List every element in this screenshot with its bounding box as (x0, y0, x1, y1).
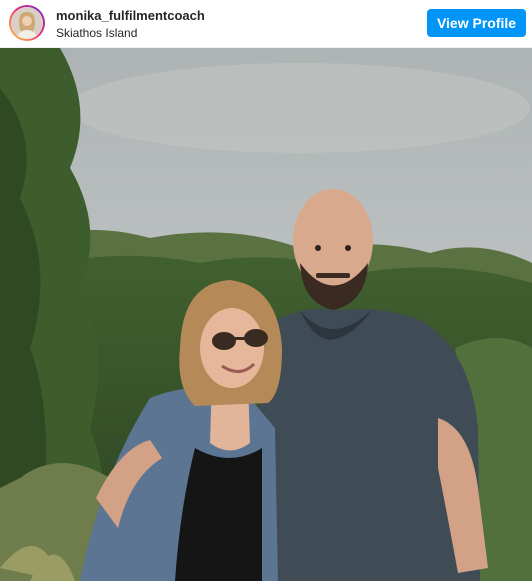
view-profile-button[interactable]: View Profile (427, 9, 526, 37)
post-header: monika_fulfilmentcoach Skiathos Island V… (0, 0, 532, 48)
location[interactable]: Skiathos Island (56, 26, 137, 40)
post-photo (0, 48, 532, 581)
avatar-image (11, 7, 43, 39)
avatar[interactable] (9, 5, 45, 41)
username[interactable]: monika_fulfilmentcoach (56, 8, 205, 23)
photo-illustration (0, 48, 532, 581)
